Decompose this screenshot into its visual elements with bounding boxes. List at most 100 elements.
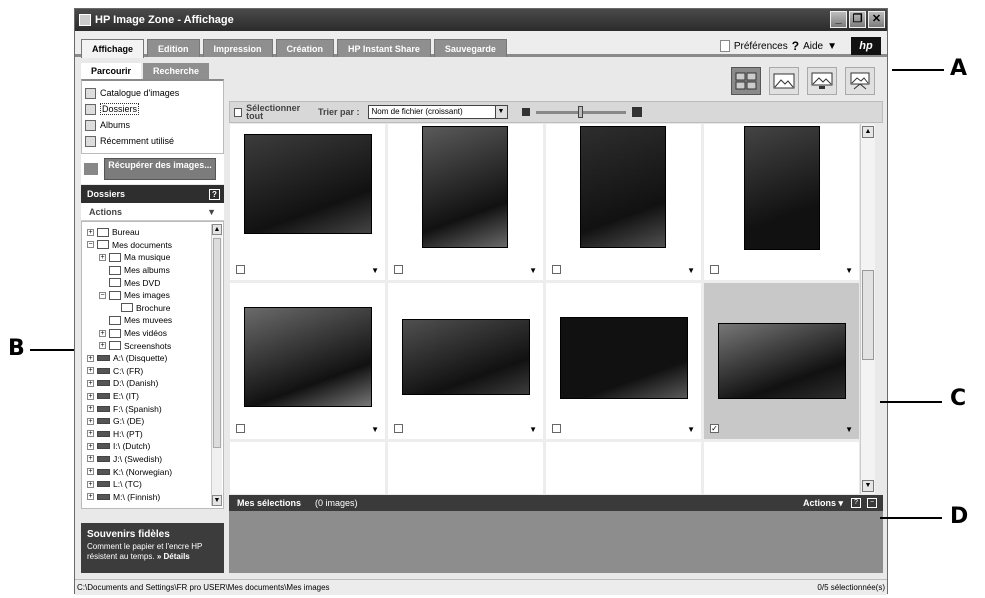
single-view-button[interactable] <box>769 67 799 95</box>
tab-sauvegarde[interactable]: Sauvegarde <box>433 39 507 57</box>
expand-toggle-icon[interactable]: + <box>99 342 106 350</box>
tree-item[interactable]: + Mes vidéos <box>82 327 223 340</box>
nav-item-dossiers[interactable]: Dossiers <box>85 101 220 117</box>
grid-scroll-thumb[interactable] <box>862 270 874 360</box>
expand-toggle-icon[interactable]: + <box>87 455 94 463</box>
thumbnail-menu-icon[interactable]: ▼ <box>371 425 379 434</box>
tree-item[interactable]: + E:\ (IT) <box>82 390 223 403</box>
tree-item[interactable]: + F:\ (Spanish) <box>82 402 223 415</box>
zoom-slider[interactable] <box>535 105 626 118</box>
tree-item[interactable]: + K:\ (Norwegian) <box>82 465 223 478</box>
thumbnail-cell[interactable]: ▼ <box>388 124 543 280</box>
tree-item[interactable]: − Mes images <box>82 289 223 302</box>
photo-temple[interactable] <box>744 126 820 250</box>
tree-item[interactable]: + M:\ (Finnish) <box>82 490 223 503</box>
tab-impression[interactable]: Impression <box>202 39 273 57</box>
zoom-small-icon[interactable] <box>521 108 530 116</box>
tree-item[interactable]: + H:\ (PT) <box>82 428 223 441</box>
expand-toggle-icon[interactable]: + <box>87 405 94 413</box>
thumbnail-cell[interactable]: ▼ <box>546 124 701 280</box>
thumbnail-menu-icon[interactable]: ▼ <box>687 425 695 434</box>
thumbnail-cell[interactable]: ▼ <box>230 283 385 439</box>
thumbnail-cell[interactable]: ▼ <box>546 283 701 439</box>
expand-toggle-icon[interactable]: + <box>87 228 94 236</box>
expand-toggle-icon[interactable]: + <box>87 480 94 488</box>
subtab-recherche[interactable]: Recherche <box>143 63 210 79</box>
thumbnail-menu-icon[interactable]: ▼ <box>845 425 853 434</box>
photo-city-street[interactable] <box>580 126 666 248</box>
thumbnail-cell[interactable] <box>546 442 701 494</box>
grid-scroll-up-icon[interactable]: ▲ <box>862 126 874 138</box>
expand-toggle-icon[interactable]: + <box>87 417 94 425</box>
tab-hp-instant-share[interactable]: HP Instant Share <box>337 39 431 57</box>
help-menu[interactable]: Aide <box>803 41 823 52</box>
sort-dropdown-icon[interactable]: ▼ <box>494 106 507 118</box>
preferences-link[interactable]: Préférences <box>734 41 788 52</box>
minimize-button[interactable]: _ <box>830 11 847 28</box>
tree-item[interactable]: Brochure <box>82 302 223 315</box>
thumbnail-checkbox[interactable] <box>552 424 561 433</box>
tree-item[interactable]: + Screenshots <box>82 339 223 352</box>
expand-toggle-icon[interactable]: − <box>87 241 94 249</box>
projector-view-button[interactable] <box>845 67 875 95</box>
thumbnail-checkbox[interactable] <box>710 265 719 274</box>
expand-toggle-icon[interactable]: + <box>99 253 106 261</box>
tray-help-icon[interactable]: ? <box>851 498 861 508</box>
tree-item[interactable]: + L:\ (TC) <box>82 478 223 491</box>
expand-toggle-icon[interactable]: + <box>87 392 94 400</box>
thumbnail-cell[interactable] <box>704 442 859 494</box>
restore-button[interactable]: ❐ <box>849 11 866 28</box>
thumbnail-menu-icon[interactable]: ▼ <box>529 425 537 434</box>
help-dropdown-icon[interactable]: ▼ <box>827 41 837 52</box>
thumbnail-checkbox[interactable] <box>236 265 245 274</box>
photo-colosseum[interactable] <box>402 319 530 395</box>
thumbnail-cell[interactable] <box>388 442 543 494</box>
thumbnail-menu-icon[interactable]: ▼ <box>687 266 695 275</box>
tree-item[interactable]: + C:\ (FR) <box>82 365 223 378</box>
folders-help-icon[interactable]: ? <box>209 188 220 200</box>
expand-toggle-icon[interactable]: + <box>87 379 94 387</box>
tree-item[interactable]: + I:\ (Dutch) <box>82 440 223 453</box>
tree-item[interactable]: Mes DVD <box>82 276 223 289</box>
selection-tray[interactable] <box>229 511 883 573</box>
retrieve-images-button[interactable]: Récupérer des images... <box>104 158 216 180</box>
tray-actions-menu[interactable]: Actions ▾ <box>803 498 843 509</box>
expand-toggle-icon[interactable]: + <box>87 367 94 375</box>
expand-toggle-icon[interactable]: + <box>87 430 94 438</box>
thumbnail-checkbox[interactable] <box>236 424 245 433</box>
thumbnail-cell[interactable]: ▼ <box>704 124 859 280</box>
thumbnail-checkbox[interactable] <box>552 265 561 274</box>
expand-toggle-icon[interactable]: + <box>87 442 94 450</box>
tree-item[interactable]: + Bureau <box>82 226 223 239</box>
thumbnail-checkbox[interactable] <box>394 265 403 274</box>
tab-creation[interactable]: Création <box>275 39 335 57</box>
nav-item-recent[interactable]: Récemment utilisé <box>85 133 220 149</box>
zoom-large-icon[interactable] <box>631 107 642 117</box>
tree-item[interactable]: + D:\ (Danish) <box>82 377 223 390</box>
tree-item[interactable]: + J:\ (Swedish) <box>82 453 223 466</box>
select-all-checkbox[interactable] <box>234 107 243 117</box>
tab-edition[interactable]: Edition <box>147 39 200 57</box>
tree-item[interactable]: Mes albums <box>82 264 223 277</box>
tray-collapse-icon[interactable]: − <box>867 498 877 508</box>
thumbnail-menu-icon[interactable]: ▼ <box>371 266 379 275</box>
grid-scroll-down-icon[interactable]: ▼ <box>862 480 874 492</box>
promo-details-link[interactable]: » Détails <box>157 552 190 561</box>
tree-item[interactable]: Mes muvees <box>82 314 223 327</box>
expand-toggle-icon[interactable]: + <box>87 493 94 501</box>
photo-eiffel-tower-night[interactable] <box>560 317 688 399</box>
thumbnail-cell[interactable]: ▼ <box>230 124 385 280</box>
thumbnail-checkbox[interactable] <box>394 424 403 433</box>
thumbnail-cell[interactable] <box>230 442 385 494</box>
photo-taj-mahal[interactable] <box>244 307 372 407</box>
tree-item[interactable]: + Ma musique <box>82 251 223 264</box>
expand-toggle-icon[interactable]: + <box>87 354 94 362</box>
tab-affichage[interactable]: Affichage <box>81 39 145 58</box>
thumbnail-menu-icon[interactable]: ▼ <box>845 266 853 275</box>
thumbnail-checkbox[interactable]: ✓ <box>710 424 719 433</box>
nav-item-catalogue[interactable]: Catalogue d'images <box>85 85 220 101</box>
photo-golden-gate-bridge[interactable] <box>422 126 508 248</box>
thumbnail-menu-icon[interactable]: ▼ <box>529 266 537 275</box>
tree-item[interactable]: − Mes documents <box>82 239 223 252</box>
tree-item[interactable]: + A:\ (Disquette) <box>82 352 223 365</box>
